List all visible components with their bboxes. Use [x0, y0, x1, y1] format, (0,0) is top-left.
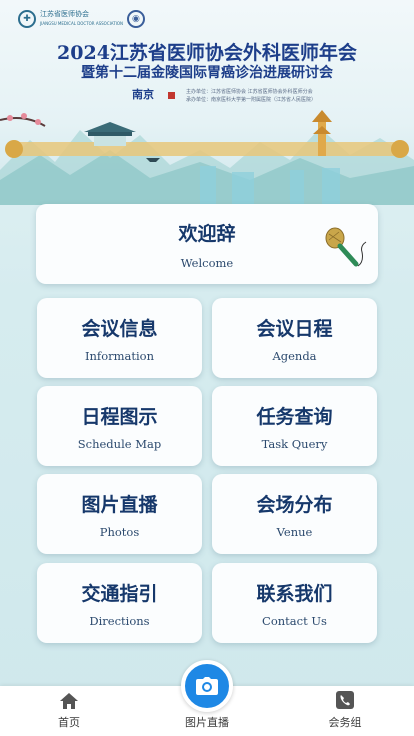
card-subtitle: Information [84, 348, 155, 363]
conference-subtitle: 暨第十二届金陵国际胃癌诊治进展研讨会 [81, 65, 333, 81]
card-subtitle: Photos [99, 524, 140, 539]
red-seal-icon [168, 92, 175, 99]
microphone-icon [325, 227, 367, 267]
home-icon [60, 693, 78, 709]
card-title: 联系我们 [256, 582, 333, 605]
contact-card[interactable]: 联系我们 Contact Us [212, 563, 377, 643]
welcome-subtitle: Welcome [180, 255, 234, 270]
card-title: 会议日程 [256, 317, 333, 340]
tab-service[interactable]: 会务组 [276, 686, 414, 736]
card-subtitle: Agenda [272, 348, 317, 363]
photos-card[interactable]: 图片直播 Photos [37, 474, 202, 554]
tab-home[interactable]: 首页 [0, 686, 138, 736]
venue-card[interactable]: 会场分布 Venue [212, 474, 377, 554]
card-subtitle: Venue [276, 524, 313, 539]
card-subtitle: Contact Us [262, 613, 327, 628]
welcome-title: 欢迎辞 [178, 222, 236, 245]
org-name: 江苏省医师协会 [40, 10, 89, 18]
org-subtitle: JIANGSU MEDICAL DOCTOR ASSOCIATION [40, 21, 123, 26]
schedule-map-card[interactable]: 日程图示 Schedule Map [37, 386, 202, 466]
card-title: 会场分布 [256, 493, 333, 516]
meeting-info-card[interactable]: 会议信息 Information [37, 298, 202, 378]
conference-banner: ✚ 江苏省医师协会 JIANGSU MEDICAL DOCTOR ASSOCIA… [0, 0, 414, 205]
card-subtitle: Directions [89, 613, 150, 628]
landscape-illustration [0, 110, 414, 205]
task-query-card[interactable]: 任务查询 Task Query [212, 386, 377, 466]
society-emblem-icon: ◉ [126, 10, 145, 28]
conference-title: 2024江苏省医师协会外科医师年会 [57, 42, 357, 64]
card-subtitle: Task Query [261, 436, 328, 451]
welcome-card[interactable]: 欢迎辞 Welcome [36, 204, 378, 284]
tab-home-label: 首页 [58, 716, 80, 729]
tab-photos-label: 图片直播 [185, 716, 229, 729]
card-title: 日程图示 [81, 405, 158, 428]
photo-live-button[interactable] [181, 660, 233, 712]
card-title: 图片直播 [81, 493, 158, 516]
card-title: 任务查询 [256, 405, 333, 428]
camera-icon [196, 677, 218, 695]
organizer-info: 主办单位：江苏省医师协会 江苏省医师协会外科医师分会 [186, 89, 313, 95]
phone-icon [336, 691, 354, 709]
card-title: 会议信息 [81, 317, 158, 340]
association-logo: ✚ 江苏省医师协会 JIANGSU MEDICAL DOCTOR ASSOCIA… [18, 10, 145, 28]
tab-service-label: 会务组 [328, 716, 362, 729]
agenda-card[interactable]: 会议日程 Agenda [212, 298, 377, 378]
card-subtitle: Schedule Map [77, 436, 162, 451]
association-emblem-icon: ✚ [18, 10, 36, 28]
card-title: 交通指引 [81, 582, 158, 605]
directions-card[interactable]: 交通指引 Directions [37, 563, 202, 643]
